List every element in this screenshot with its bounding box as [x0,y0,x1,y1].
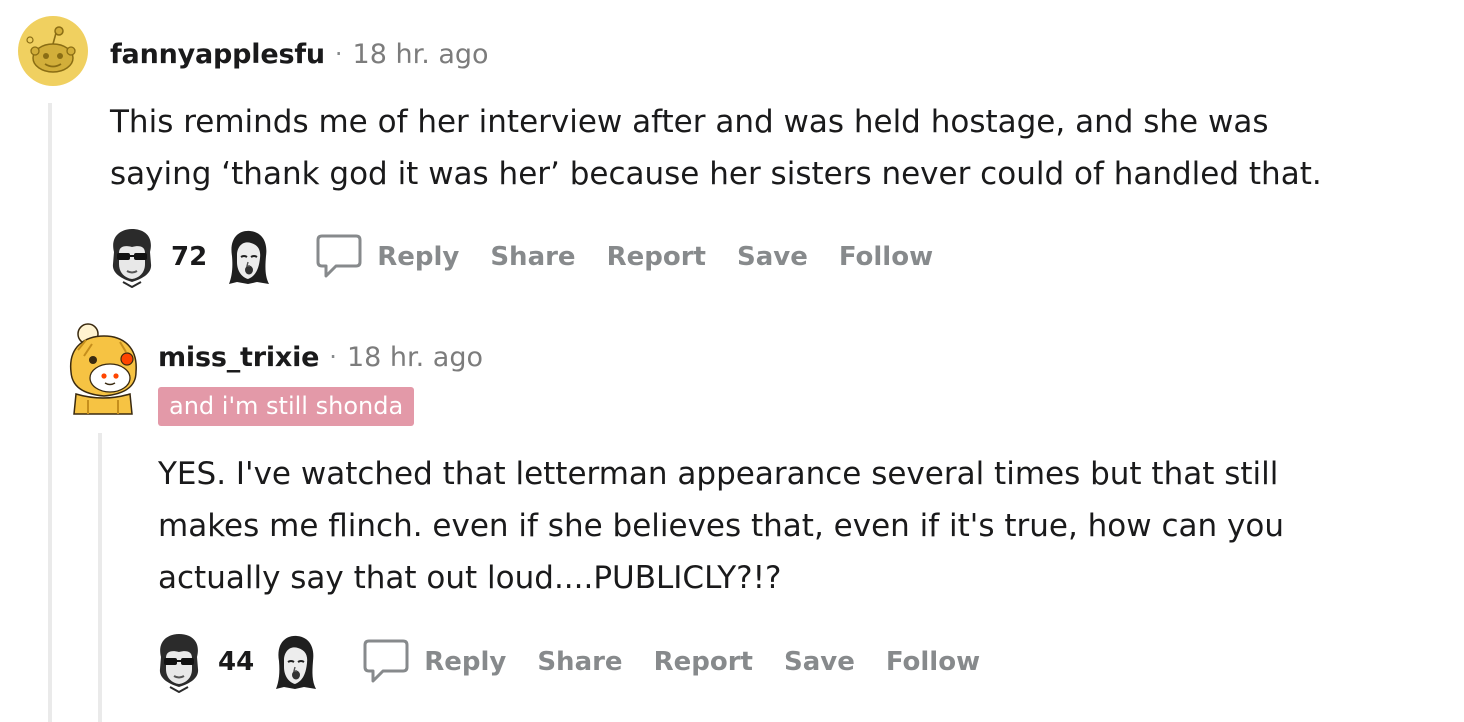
downvote-icon[interactable] [268,631,322,693]
vote-count: 72 [171,242,208,272]
user-avatar[interactable] [66,320,140,416]
comment-line: This reminds me of her interview after a… [110,104,1269,140]
user-flair: and i'm still shonda [158,387,415,426]
report-button[interactable]: Report [654,647,753,677]
downvote-icon[interactable] [221,226,275,288]
comment-thread: fannyapplesfu · 18 hr. ago This reminds … [0,0,1464,722]
user-avatar[interactable] [18,16,88,86]
comment-actions: 72 Reply Share Report Save Follow [105,222,964,292]
comment-line: YES. I've watched that letterman appeara… [158,456,1279,492]
timestamp[interactable]: 18 hr. ago [353,39,489,70]
comment-meta: miss_trixie · 18 hr. ago [158,337,483,377]
share-button[interactable]: Share [490,242,575,272]
meta-separator: · [334,40,343,68]
follow-button[interactable]: Follow [839,242,933,272]
username[interactable]: fannyapplesfu [110,39,325,70]
follow-button[interactable]: Follow [886,647,980,677]
upvote-icon[interactable] [105,226,159,288]
vote-count: 44 [218,647,255,677]
reply-button[interactable]: Reply [424,647,506,677]
thread-line[interactable] [48,103,52,722]
reply-icon[interactable] [362,637,410,687]
report-button[interactable]: Report [607,242,706,272]
timestamp[interactable]: 18 hr. ago [347,342,483,373]
snoo-avatar-icon [18,16,88,86]
comment-line: saying ‘thank god it was her’ because he… [110,156,1322,192]
thread-line[interactable] [98,433,102,722]
comment-meta: fannyapplesfu · 18 hr. ago [110,34,489,74]
upvote-icon[interactable] [152,631,206,693]
comment-body: This reminds me of her interview after a… [110,96,1400,200]
meta-separator: · [329,343,337,371]
comment-line: actually say that out loud....PUBLICLY?!… [158,560,782,596]
save-button[interactable]: Save [737,242,808,272]
username[interactable]: miss_trixie [158,342,319,373]
reply-button[interactable]: Reply [377,242,459,272]
reply-icon[interactable] [315,232,363,282]
save-button[interactable]: Save [784,647,855,677]
comment-body: YES. I've watched that letterman appeara… [158,448,1388,604]
comment-actions: 44 Reply Share Report Save Follow [152,627,1011,697]
share-button[interactable]: Share [537,647,622,677]
snoo-costume-avatar-icon [69,323,137,415]
comment-line: makes me flinch. even if she believes th… [158,508,1284,544]
